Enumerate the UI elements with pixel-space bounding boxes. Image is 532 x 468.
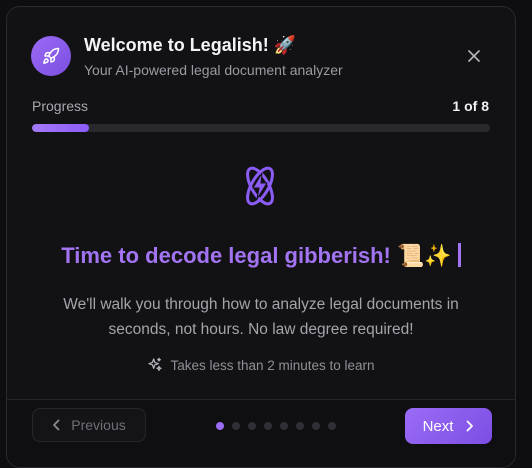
step-dot-8[interactable] [328,422,336,430]
onboarding-dialog: Welcome to Legalish! 🚀 Your AI-powered l… [6,6,516,468]
next-button-label: Next [422,417,454,435]
step-headline: Time to decode legal gibberish! 📜✨ [7,243,515,269]
step-dot-5[interactable] [280,422,288,430]
next-button[interactable]: Next [405,408,492,444]
step-indicator [216,422,336,430]
dialog-footer: Previous Next [7,399,515,467]
step-dot-4[interactable] [264,422,272,430]
previous-button[interactable]: Previous [32,408,146,442]
step-hint: Takes less than 2 minutes to learn [7,357,515,373]
dialog-header: Welcome to Legalish! 🚀 Your AI-powered l… [31,33,491,79]
chevron-right-icon [467,420,474,432]
step-dot-6[interactable] [296,422,304,430]
sparkles-icon [148,357,163,371]
close-icon [468,50,480,62]
step-description: We'll walk you through how to analyze le… [63,296,459,338]
chevron-left-icon [53,419,60,431]
progress-bar-fill [32,124,90,132]
typing-cursor [457,243,461,267]
step-dot-3[interactable] [248,422,256,430]
step-hint-text: Takes less than 2 minutes to learn [170,357,375,373]
progress-bar [32,124,490,132]
progress-count: 1 of 8 [452,98,489,114]
dialog-subtitle: Your AI-powered legal document analyzer [84,62,343,78]
atom-bolt-icon [237,163,283,209]
step-dot-7[interactable] [312,422,320,430]
dialog-title: Welcome to Legalish! 🚀 [84,35,297,55]
step-dot-1[interactable] [216,422,224,430]
previous-button-label: Previous [71,417,126,433]
progress-label: Progress [32,98,89,114]
rocket-icon [31,36,71,76]
close-button[interactable] [463,45,485,67]
step-dot-2[interactable] [232,422,240,430]
step-headline-text: Time to decode legal gibberish! 📜✨ [61,243,452,268]
